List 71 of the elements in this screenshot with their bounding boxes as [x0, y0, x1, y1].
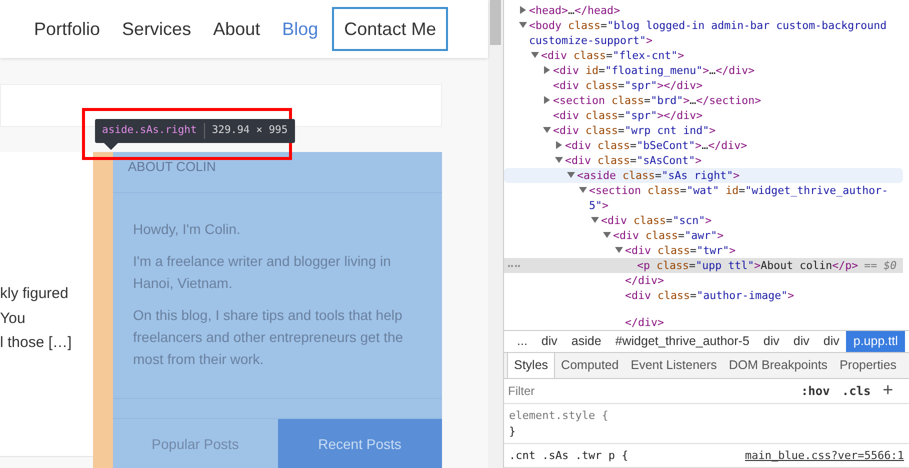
collapse-triangle-icon[interactable]: [614, 245, 624, 255]
html-tag-line[interactable]: <div class="bSeCont">…</div>: [565, 138, 748, 153]
stylesheet-link[interactable]: main_blue.css?ver=5566:1: [745, 448, 904, 464]
html-tag-line[interactable]: <div class="twr">: [625, 243, 736, 258]
panel-tab[interactable]: Event Listeners: [624, 353, 723, 378]
panel-tab[interactable]: DOM Breakpoints: [722, 353, 834, 378]
html-tag-line[interactable]: <p class="upp ttl">About colin</p>: [637, 258, 858, 273]
tree-row-hover[interactable]: <aside class="sAs right">: [504, 168, 903, 183]
expand-triangle-icon[interactable]: [542, 95, 552, 105]
html-tag-line[interactable]: <section class="wat" id="widget_thrive_author-5">: [589, 183, 903, 213]
contact-me-button[interactable]: Contact Me: [332, 7, 448, 51]
html-tag-line[interactable]: <body class="blog logged-in admin-bar custom-background customize-support">: [529, 18, 903, 48]
collapse-triangle-icon[interactable]: [554, 155, 564, 165]
html-tag-line[interactable]: <div id="floating_menu">…</div>: [553, 63, 755, 78]
filter-toggle[interactable]: :hov: [800, 382, 830, 400]
html-tag-line[interactable]: <aside class="sAs right">: [577, 168, 740, 183]
html-tag-line[interactable]: <div class="sAsCont">: [565, 153, 702, 168]
html-tag-line[interactable]: <div class="spr"></div>: [553, 78, 703, 93]
breadcrumb[interactable]: p.upp.ttl: [846, 330, 905, 352]
collapse-triangle-icon[interactable]: [542, 125, 552, 135]
html-closing-tag: </div>: [625, 316, 664, 329]
collapse-triangle-icon[interactable]: [566, 170, 576, 180]
breadcrumb[interactable]: #widget_thrive_author-5: [608, 330, 756, 352]
panel-tab[interactable]: Styles: [507, 353, 556, 378]
article-text: You: [0, 308, 26, 328]
expand-triangle-icon[interactable]: [518, 5, 528, 15]
filter-toggle[interactable]: +: [882, 378, 893, 404]
breadcrumb[interactable]: div: [816, 330, 846, 352]
style-rule-selector: .cnt .sAs .twr p {: [509, 448, 628, 464]
breadcrumb[interactable]: div: [786, 330, 816, 352]
collapse-triangle-icon[interactable]: [590, 215, 600, 225]
expand-triangle-icon[interactable]: [542, 65, 552, 75]
expand-triangle-icon[interactable]: [554, 140, 564, 150]
html-tag-line[interactable]: <section class="brd">…</section>: [553, 93, 762, 108]
style-rule-brace: }: [509, 424, 517, 440]
panel-tab[interactable]: Computed: [555, 353, 625, 378]
author-bio-paragraph: On this blog, I share tips and tools that help freelancers and other entrepreneurs get the most from their work.: [133, 306, 404, 369]
nav-link[interactable]: Blog: [282, 16, 318, 42]
breadcrumb[interactable]: div: [756, 330, 786, 352]
breadcrumb[interactable]: div: [534, 330, 564, 352]
html-tag-line[interactable]: <div class="flex-cnt">: [541, 48, 684, 63]
nav-link[interactable]: Portfolio: [34, 16, 100, 42]
html-tag-line[interactable]: <div class="spr"></div>: [553, 108, 703, 123]
author-bio-paragraph: I'm a freelance writer and blogger living in Hanoi, Vietnam.: [133, 252, 392, 293]
html-tag-line[interactable]: <div class="scn">: [601, 213, 712, 228]
html-tag-line[interactable]: <head>…</head>: [529, 3, 620, 18]
breadcrumb[interactable]: ...: [510, 330, 534, 352]
scrollbar-thumb[interactable]: [490, 0, 501, 45]
breadcrumb[interactable]: aside: [564, 330, 608, 352]
tree-row-selected[interactable]: <p class="upp ttl">About colin</p> == $0: [504, 258, 903, 273]
widget-title: ABOUT COLIN: [127, 158, 217, 176]
panel-tab[interactable]: Properties: [834, 353, 903, 378]
html-closing-tag: </div>: [625, 274, 664, 287]
author-bio-paragraph: Howdy, I'm Colin.: [133, 220, 242, 239]
filter-toggle[interactable]: .cls: [842, 382, 871, 400]
html-tag-line[interactable]: <div class="awr">: [613, 228, 724, 243]
nav-link[interactable]: About: [213, 16, 260, 42]
nav-link[interactable]: Services: [122, 16, 192, 42]
tooltip-selector: aside.sAs.right: [102, 123, 197, 138]
style-rule-selector: element.style {: [509, 408, 608, 424]
html-tag-line[interactable]: <div class="author-image">: [625, 288, 794, 303]
collapse-triangle-icon[interactable]: [530, 50, 540, 60]
collapse-triangle-icon[interactable]: [518, 20, 528, 30]
selected-node-marker: == $0: [864, 258, 897, 273]
collapse-triangle-icon[interactable]: [578, 185, 588, 195]
html-tag-line[interactable]: <div class="wrp cnt ind">: [553, 123, 716, 138]
filter-field[interactable]: Filter: [508, 382, 801, 400]
article-text: kly figured: [0, 284, 70, 304]
collapse-triangle-icon[interactable]: [602, 230, 612, 240]
article-text: l those […]: [0, 333, 73, 353]
tooltip-size: 329.94 × 995: [212, 123, 288, 138]
